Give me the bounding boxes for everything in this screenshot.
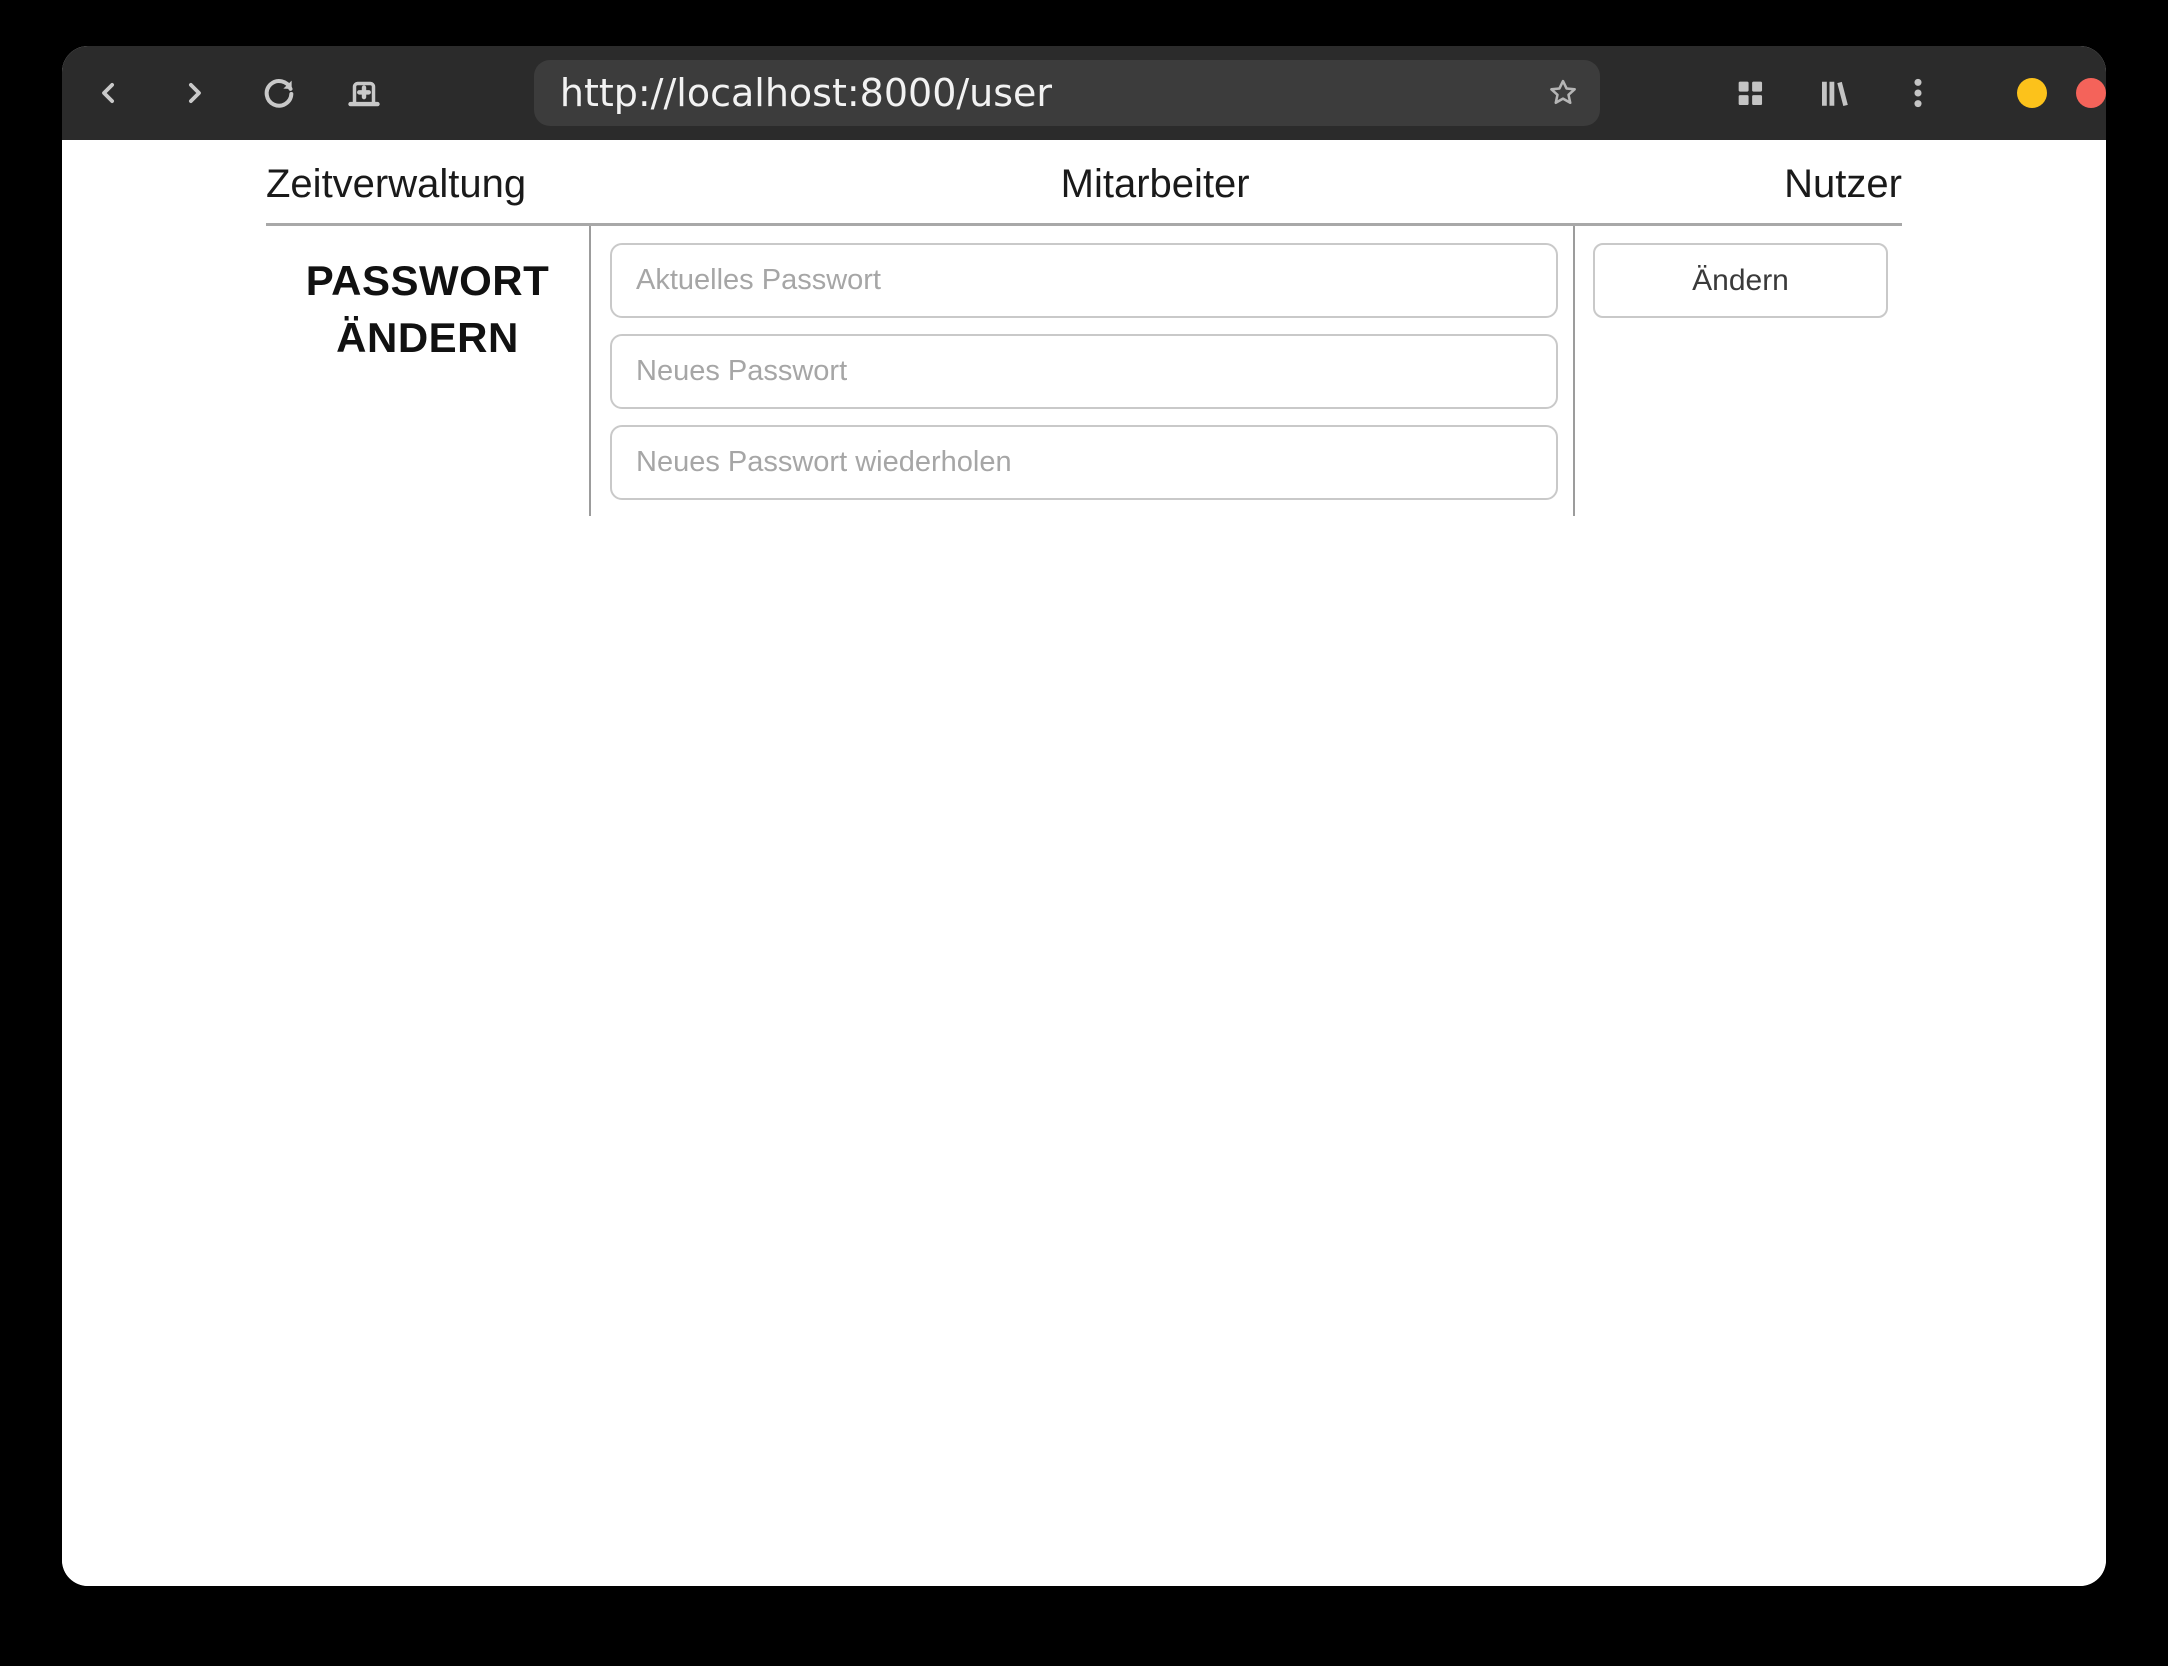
- library-icon: [1821, 81, 1848, 107]
- new-tab-button[interactable]: [337, 65, 392, 121]
- back-button[interactable]: [82, 65, 137, 121]
- nav-item-zeitverwaltung[interactable]: Zeitverwaltung: [266, 162, 526, 207]
- change-password-button[interactable]: Ändern: [1593, 243, 1888, 318]
- section-heading-cell: PASSWORT ÄNDERN: [266, 226, 591, 516]
- nav-item-mitarbeiter[interactable]: Mitarbeiter: [1061, 162, 1250, 207]
- page-content: Zeitverwaltung Mitarbeiter Nutzer PASSWO…: [62, 140, 2106, 1586]
- tab-overview-button[interactable]: [1722, 65, 1778, 121]
- library-button[interactable]: [1806, 65, 1862, 121]
- new-tab-icon: [348, 81, 381, 107]
- reload-icon: [265, 79, 294, 108]
- kebab-menu-icon: [1914, 78, 1922, 108]
- nav-item-nutzer[interactable]: Nutzer: [1784, 162, 1902, 207]
- password-change-section: PASSWORT ÄNDERN Ändern: [266, 226, 1902, 516]
- submit-cell: Ändern: [1575, 226, 1902, 516]
- repeat-new-password-input[interactable]: [610, 425, 1558, 500]
- password-form-fields: [591, 226, 1575, 516]
- new-password-input[interactable]: [610, 334, 1558, 409]
- menu-button[interactable]: [1890, 65, 1946, 121]
- window-controls: [2016, 78, 2106, 108]
- close-button[interactable]: [2075, 78, 2106, 108]
- reload-button[interactable]: [252, 65, 307, 121]
- section-title-line2: ÄNDERN: [336, 314, 519, 361]
- minimize-button[interactable]: [2016, 78, 2047, 108]
- forward-button[interactable]: [167, 65, 222, 121]
- grid-icon: [1738, 81, 1763, 106]
- browser-window: Zeitverwaltung Mitarbeiter Nutzer PASSWO…: [62, 46, 2106, 1586]
- browser-toolbar: [62, 46, 2106, 140]
- back-chevron-icon: [102, 83, 115, 103]
- bookmark-button[interactable]: [1546, 76, 1580, 110]
- section-title: PASSWORT ÄNDERN: [266, 252, 589, 366]
- current-password-input[interactable]: [610, 243, 1558, 318]
- section-title-line1: PASSWORT: [305, 257, 550, 304]
- forward-chevron-icon: [189, 83, 202, 103]
- toolbar-right-icons: [1722, 65, 1974, 121]
- url-input[interactable]: [533, 71, 1600, 115]
- url-bar[interactable]: [533, 60, 1600, 126]
- main-nav: Zeitverwaltung Mitarbeiter Nutzer: [266, 140, 1902, 226]
- star-icon: [1550, 79, 1576, 105]
